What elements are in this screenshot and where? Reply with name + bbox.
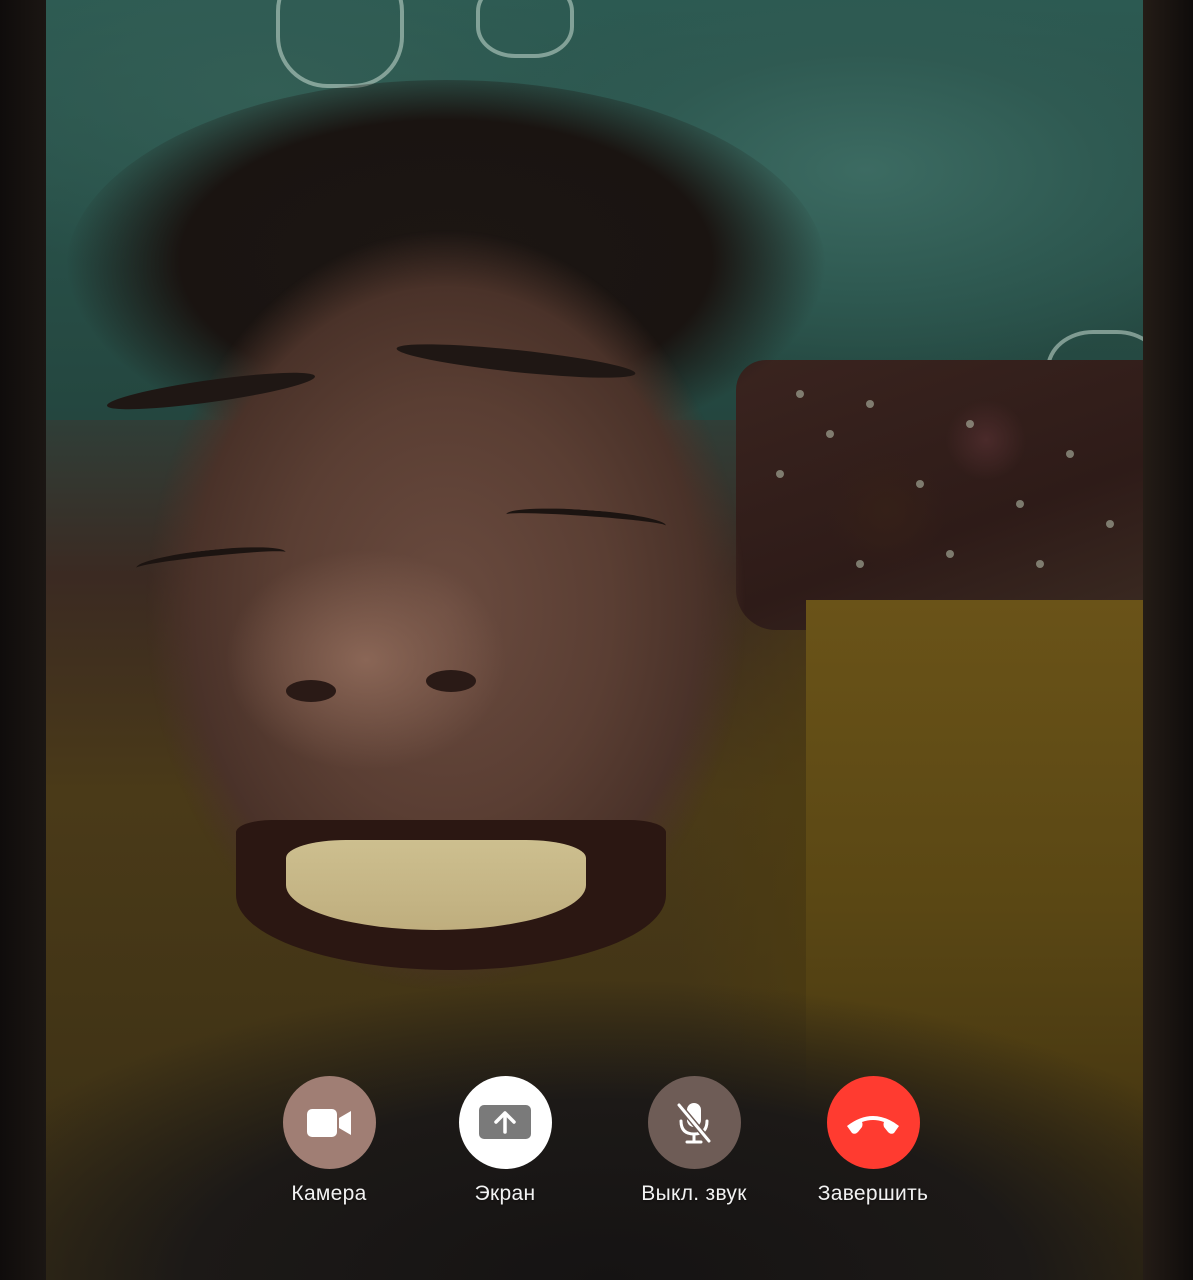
camera-label: Камера [291, 1182, 367, 1205]
end-call-label: Завершить [817, 1182, 929, 1205]
end-call-button[interactable] [826, 1076, 920, 1169]
mute-label: Выкл. звук [641, 1182, 747, 1205]
pillow-pattern [276, 0, 404, 88]
mic-off-icon [676, 1101, 712, 1144]
screen-share-button[interactable] [458, 1076, 552, 1169]
left-eyebrow [105, 365, 317, 417]
pillow-pattern [476, 0, 574, 58]
mute-control: Выкл. звук [609, 1076, 779, 1206]
end-call-control: Завершить [788, 1076, 958, 1206]
mute-button[interactable] [647, 1076, 741, 1169]
video-camera-icon [307, 1108, 351, 1137]
end-call-icon [847, 1115, 899, 1134]
right-eyebrow [395, 337, 637, 385]
nostril [286, 680, 336, 702]
teeth [286, 840, 586, 930]
smile [236, 820, 666, 970]
camera-control: Камера [244, 1076, 414, 1206]
nostril [426, 670, 476, 692]
video-call-screen: Камера Экран Выкл. звук Завершить [0, 0, 1193, 1280]
screen-control: Экран [420, 1076, 590, 1206]
camera-button[interactable] [282, 1076, 376, 1169]
left-eye [135, 542, 287, 578]
screen-share-icon [479, 1104, 531, 1139]
call-controls-bar: Камера Экран Выкл. звук Завершить [0, 1076, 1193, 1216]
screen-label: Экран [474, 1182, 536, 1205]
right-eye [505, 504, 667, 536]
